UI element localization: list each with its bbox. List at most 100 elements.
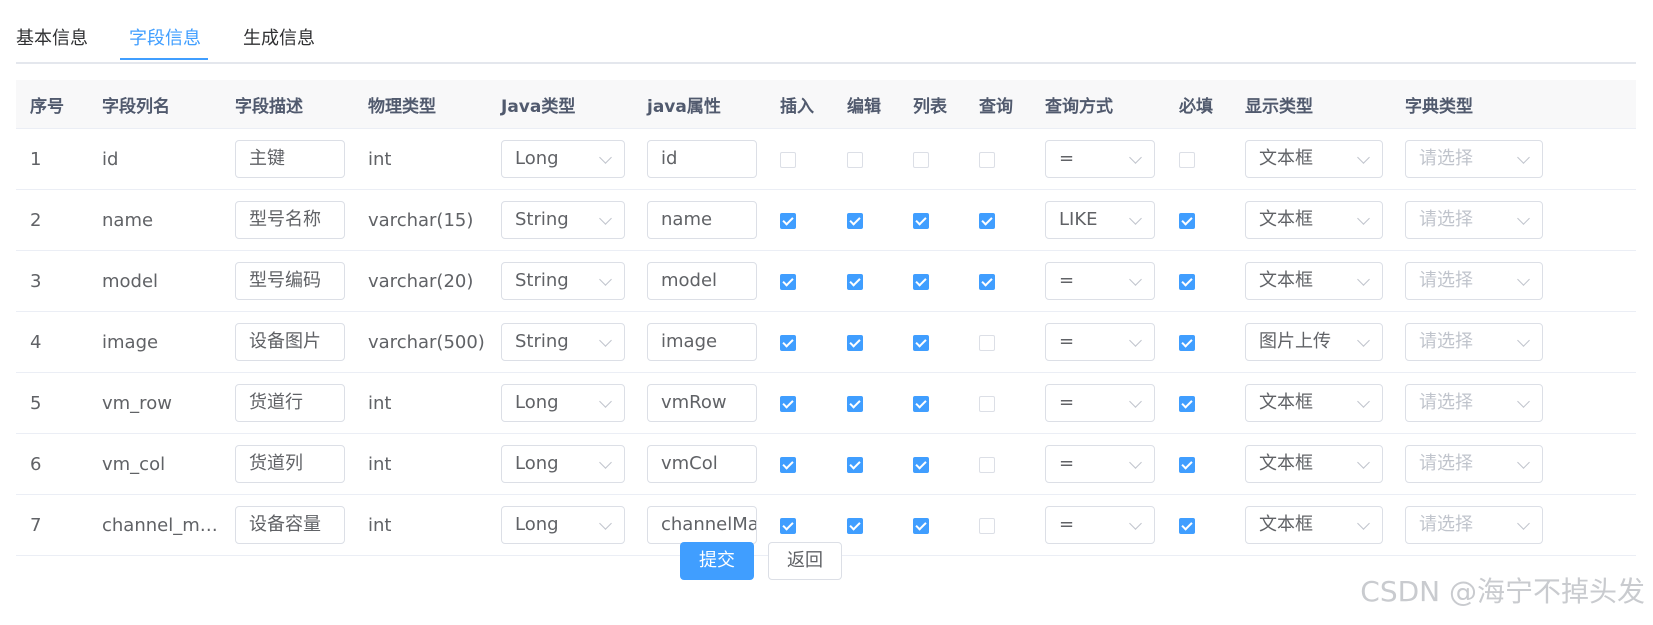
csdn-watermark: CSDN @海宁不掉头发 (1360, 575, 1645, 608)
list-checkbox[interactable] (913, 334, 929, 351)
list-checkbox[interactable] (913, 151, 929, 168)
java-property-input[interactable]: model (647, 262, 757, 300)
edit-checkbox[interactable] (847, 334, 863, 351)
list-checkbox[interactable] (913, 456, 929, 473)
chevron-down-icon (599, 151, 612, 164)
display-type-select[interactable]: 文本框 (1245, 262, 1383, 300)
query-checkbox[interactable] (979, 273, 995, 290)
java-property-input[interactable]: image (647, 323, 757, 361)
table-row: 2 name 型号名称 varchar(15) String name LIKE 文本框 请选择 (16, 189, 1636, 251)
list-checkbox[interactable] (913, 212, 929, 229)
java-property-input[interactable]: vmRow (647, 384, 757, 422)
query-type-select[interactable]: = (1045, 140, 1155, 178)
java-property-input[interactable]: id (647, 140, 757, 178)
list-checkbox[interactable] (913, 273, 929, 290)
java-property-input[interactable]: name (647, 201, 757, 239)
insert-checkbox[interactable] (780, 273, 796, 290)
dict-type-select[interactable]: 请选择 (1405, 140, 1543, 178)
dict-type-select[interactable]: 请选择 (1405, 262, 1543, 300)
table-header-row: 序号 字段列名 字段描述 物理类型 Java类型 java属性 插入 编辑 列表 查询 查询方式 必填… (16, 80, 1636, 129)
java-type-select[interactable]: Long (501, 506, 625, 544)
row-index: 2 (30, 209, 42, 231)
list-checkbox[interactable] (913, 517, 929, 534)
edit-checkbox[interactable] (847, 273, 863, 290)
edit-checkbox[interactable] (847, 456, 863, 473)
insert-checkbox[interactable] (780, 151, 796, 168)
display-type-select[interactable]: 图片上传 (1245, 323, 1383, 361)
column-name: image (102, 331, 159, 353)
query-checkbox[interactable] (979, 395, 995, 412)
tab-basic-info[interactable]: 基本信息 (16, 24, 88, 50)
chevron-down-icon (1517, 334, 1530, 347)
edit-checkbox[interactable] (847, 151, 863, 168)
field-description-input[interactable]: 型号名称 (235, 201, 345, 239)
dict-type-select[interactable]: 请选择 (1405, 506, 1543, 544)
display-type-select-value: 文本框 (1259, 270, 1313, 291)
required-checkbox[interactable] (1179, 212, 1195, 229)
dict-type-select[interactable]: 请选择 (1405, 323, 1543, 361)
edit-checkbox[interactable] (847, 395, 863, 412)
query-type-select[interactable]: = (1045, 384, 1155, 422)
display-type-select[interactable]: 文本框 (1245, 384, 1383, 422)
chevron-down-icon (1517, 212, 1530, 225)
java-type-select[interactable]: Long (501, 445, 625, 483)
row-index: 1 (30, 148, 42, 170)
dict-type-select[interactable]: 请选择 (1405, 384, 1543, 422)
back-button[interactable]: 返回 (768, 542, 842, 580)
query-checkbox[interactable] (979, 456, 995, 473)
query-type-select[interactable]: = (1045, 323, 1155, 361)
query-checkbox[interactable] (979, 334, 995, 351)
query-checkbox[interactable] (979, 151, 995, 168)
field-description-input[interactable]: 型号编码 (235, 262, 345, 300)
field-description-input[interactable]: 主键 (235, 140, 345, 178)
table-row: 5 vm_row 货道行 int Long vmRow = 文本框 请选择 (16, 372, 1636, 434)
column-header: 显示类型 (1231, 80, 1391, 129)
required-checkbox[interactable] (1179, 395, 1195, 412)
chevron-down-icon (1357, 395, 1370, 408)
java-property-input[interactable]: vmCol (647, 445, 757, 483)
query-type-select[interactable]: = (1045, 262, 1155, 300)
list-checkbox[interactable] (913, 395, 929, 412)
required-checkbox[interactable] (1179, 334, 1195, 351)
submit-button[interactable]: 提交 (680, 542, 754, 580)
query-type-select[interactable]: = (1045, 445, 1155, 483)
java-property-input[interactable]: channelMa (647, 506, 757, 544)
display-type-select[interactable]: 文本框 (1245, 140, 1383, 178)
physical-type: varchar(20) (368, 270, 474, 292)
tab-field-info[interactable]: 字段信息 (129, 24, 201, 50)
query-checkbox[interactable] (979, 212, 995, 229)
column-header: 物理类型 (354, 80, 487, 129)
dict-type-select[interactable]: 请选择 (1405, 201, 1543, 239)
insert-checkbox[interactable] (780, 456, 796, 473)
java-type-select[interactable]: String (501, 201, 625, 239)
tab-generate-info[interactable]: 生成信息 (243, 24, 315, 50)
display-type-select[interactable]: 文本框 (1245, 445, 1383, 483)
java-type-select[interactable]: Long (501, 140, 625, 178)
insert-checkbox[interactable] (780, 334, 796, 351)
field-description-input[interactable]: 货道列 (235, 445, 345, 483)
query-type-select[interactable]: LIKE (1045, 201, 1155, 239)
required-checkbox[interactable] (1179, 273, 1195, 290)
field-description-input[interactable]: 货道行 (235, 384, 345, 422)
required-checkbox[interactable] (1179, 517, 1195, 534)
insert-checkbox[interactable] (780, 212, 796, 229)
chevron-down-icon (1129, 273, 1142, 286)
display-type-select[interactable]: 文本框 (1245, 201, 1383, 239)
dict-type-select-value: 请选择 (1419, 209, 1473, 230)
required-checkbox[interactable] (1179, 151, 1195, 168)
java-type-select[interactable]: Long (501, 384, 625, 422)
insert-checkbox[interactable] (780, 517, 796, 534)
query-type-select-value: = (1059, 514, 1075, 535)
required-checkbox[interactable] (1179, 456, 1195, 473)
display-type-select[interactable]: 文本框 (1245, 506, 1383, 544)
dict-type-select[interactable]: 请选择 (1405, 445, 1543, 483)
edit-checkbox[interactable] (847, 517, 863, 534)
java-type-select[interactable]: String (501, 262, 625, 300)
field-description-input[interactable]: 设备图片 (235, 323, 345, 361)
java-type-select[interactable]: String (501, 323, 625, 361)
field-description-input[interactable]: 设备容量 (235, 506, 345, 544)
edit-checkbox[interactable] (847, 212, 863, 229)
query-checkbox[interactable] (979, 517, 995, 534)
insert-checkbox[interactable] (780, 395, 796, 412)
query-type-select[interactable]: = (1045, 506, 1155, 544)
